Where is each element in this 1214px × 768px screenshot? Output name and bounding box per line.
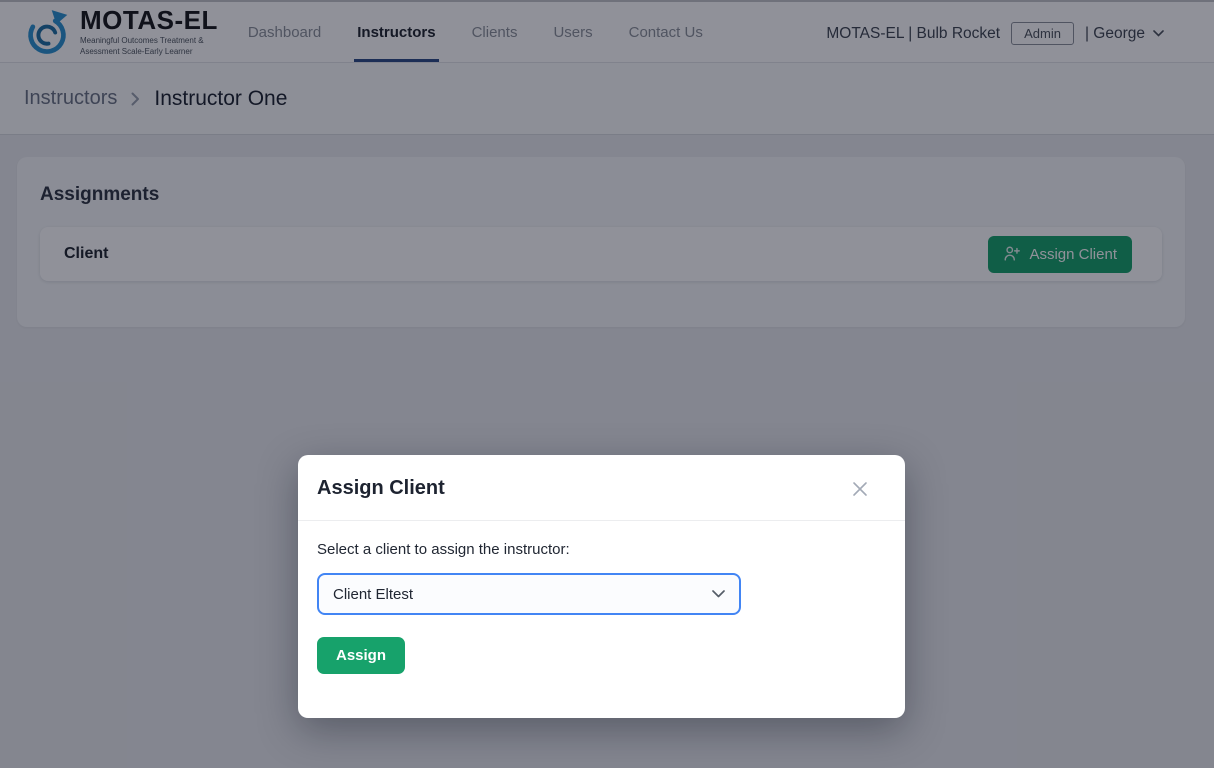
modal-header: Assign Client: [298, 455, 905, 521]
select-client-label: Select a client to assign the instructor…: [317, 541, 886, 558]
close-icon: [851, 480, 869, 498]
client-select-value: Client Eltest: [333, 586, 413, 603]
modal-title: Assign Client: [317, 477, 445, 500]
chevron-down-icon: [712, 590, 725, 598]
assign-button[interactable]: Assign: [317, 637, 405, 674]
modal-body: Select a client to assign the instructor…: [298, 521, 905, 694]
assign-client-modal: Assign Client Select a client to assign …: [298, 455, 905, 718]
client-select[interactable]: Client Eltest: [317, 573, 741, 615]
modal-close-button[interactable]: [849, 478, 871, 500]
